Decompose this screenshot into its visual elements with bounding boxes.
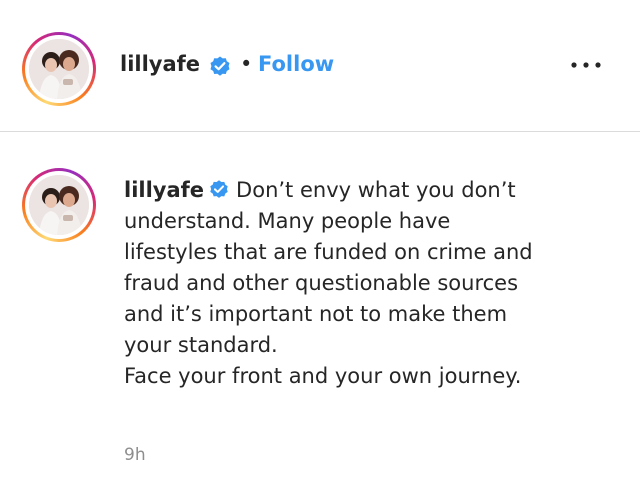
caption-text-line: lifestyles that are funded on crime and [124, 240, 533, 264]
caption-text-line: fraud and other questionable sources [124, 271, 519, 295]
verified-badge-icon [210, 180, 228, 198]
caption-text-line: your standard. [124, 333, 278, 357]
caption-username[interactable]: lillyafe [124, 178, 204, 202]
caption-text-line: understand. Many people have [124, 209, 451, 233]
post-caption: lillyafe Don’t envy what you don’t unders… [124, 175, 614, 392]
caption-text-line: and it’s important not to make them [124, 302, 508, 326]
instagram-post: lillyafe • Follow lillyafe Don’t envy wha… [0, 0, 640, 496]
caption-text-line: Face your front and your own journey. [124, 364, 522, 388]
caption-line-1: lillyafe Don’t envy what you don’t [124, 175, 614, 206]
avatar-photo [29, 39, 89, 99]
post-username[interactable]: lillyafe [120, 52, 200, 76]
more-horizontal-icon[interactable] [562, 52, 610, 78]
follow-button[interactable]: Follow [258, 52, 334, 76]
post-timestamp[interactable]: 9h [124, 445, 146, 465]
avatar[interactable] [29, 39, 89, 99]
verified-badge-icon [210, 56, 230, 76]
caption-text-line: Don’t envy what you don’t [236, 178, 516, 202]
post-header: lillyafe • Follow [0, 0, 640, 132]
caption-avatar-photo [29, 175, 89, 235]
caption-avatar[interactable] [29, 175, 89, 235]
header-separator: • [240, 52, 253, 76]
